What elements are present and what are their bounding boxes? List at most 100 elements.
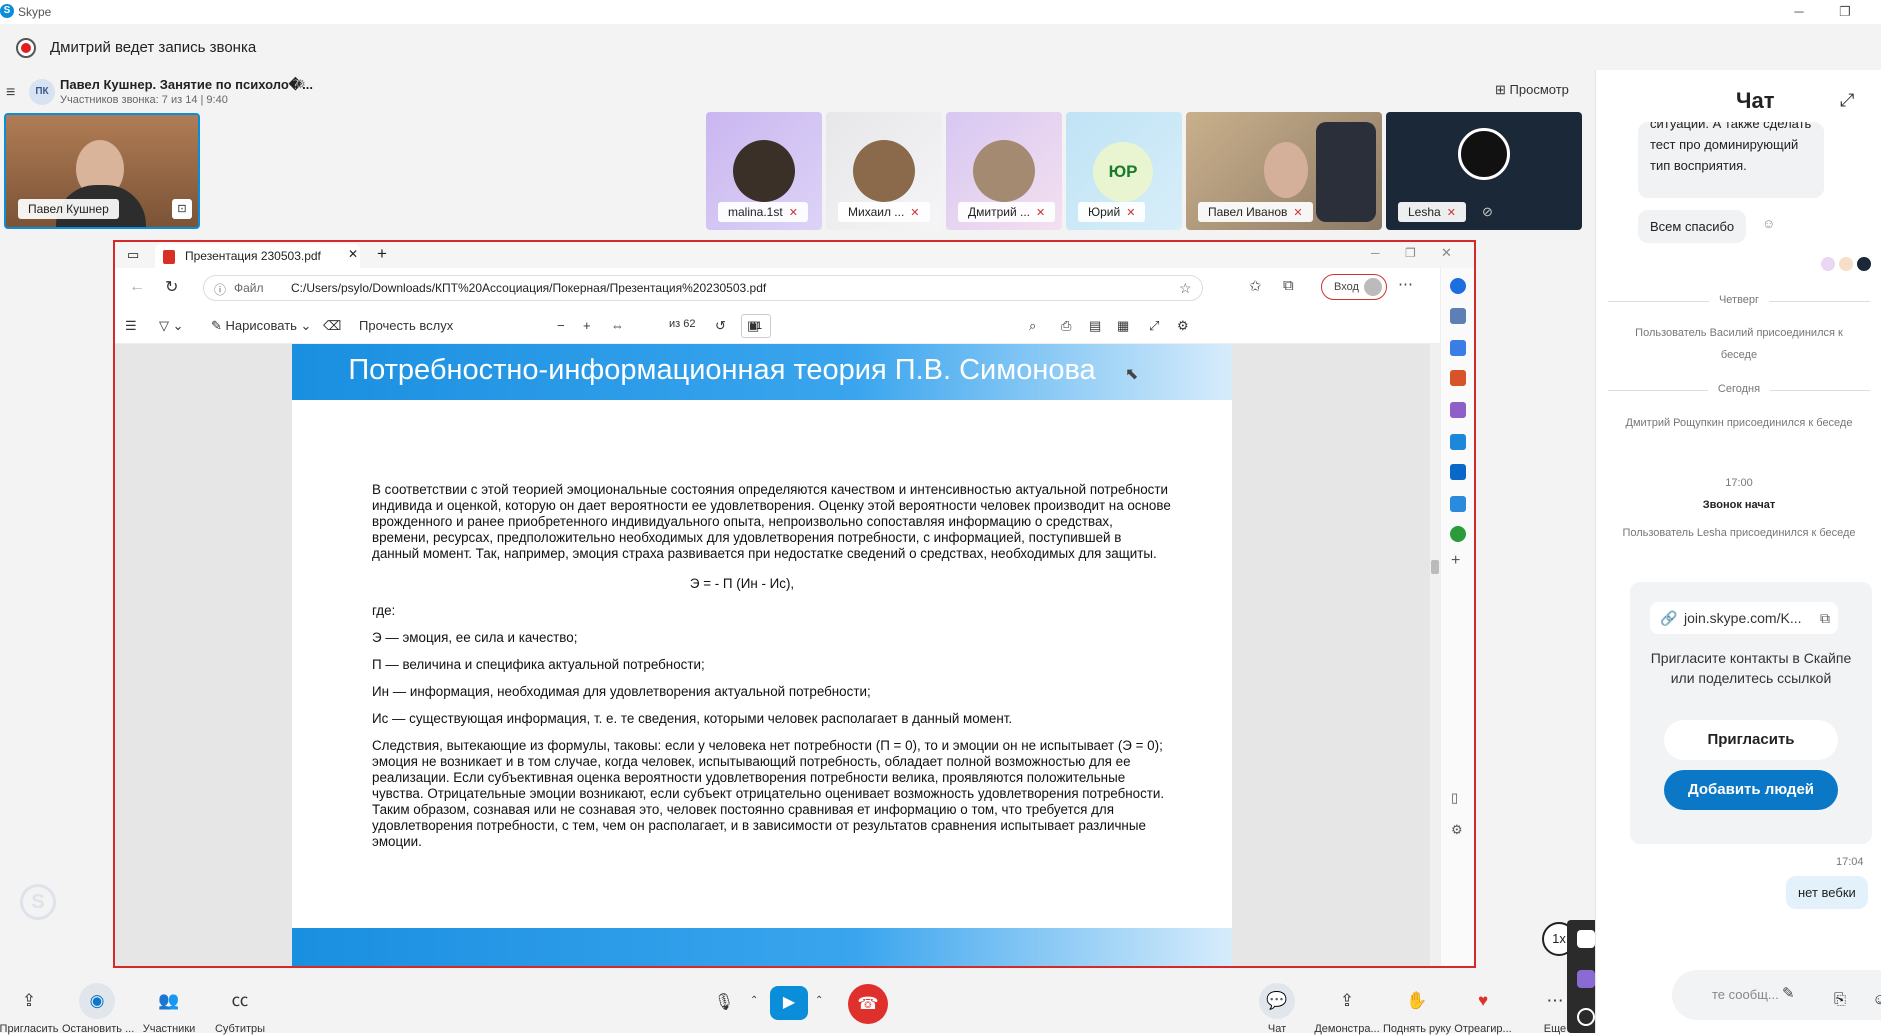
preview-button[interactable]: ⊞ Просмотр [1495,82,1569,98]
participant-tile[interactable]: Дмитрий ... ✕ [946,112,1062,230]
chat-message[interactable]: Всем спасибо [1638,210,1747,243]
drop-icon[interactable] [1450,496,1466,512]
mute-button[interactable]: 🎙 [706,985,742,1021]
camera-button[interactable]: ▶ [770,986,808,1020]
save-icon[interactable]: ▤ [1089,318,1101,334]
signin-button[interactable]: Вход [1321,274,1387,300]
call-title[interactable]: Павел Кушнер. Занятие по психоло�... [60,77,313,93]
slide-text: П — величина и специфика актуальной потр… [372,657,705,672]
fit-page-icon[interactable]: ⇔ [611,318,624,333]
participant-tile[interactable]: ЮР Юрий ✕ [1066,112,1182,230]
self-video-tile[interactable]: Павел Кушнер ⊡ [4,113,200,229]
save-as-icon[interactable]: ▦ [1117,318,1129,334]
react-button[interactable]: ♥ Отреагир... [1448,983,1518,1035]
outlook-icon[interactable] [1450,464,1466,480]
pdf-page: Потребностно-информационная теория П.В. … [292,344,1232,966]
settings-icon[interactable]: ⚙ [1451,822,1463,838]
security-icon[interactable] [1577,930,1595,948]
participant-video [1264,142,1308,198]
add-icon[interactable]: + [1451,552,1460,570]
message-time: 17:04 [1836,856,1864,868]
print-icon[interactable]: ⎙ [1061,318,1071,334]
highlight-icon[interactable]: ▽ ⌄ [159,318,184,334]
format-icon[interactable]: ✎ [1782,984,1795,1002]
browser-tab[interactable]: Презентация 230503.pdf [155,244,360,268]
chat-message-own[interactable]: нет вебки [1786,876,1868,909]
collections-icon[interactable]: ⧉ [1283,277,1294,294]
tab-actions-icon[interactable]: ▭ [127,247,139,263]
pdf-viewport[interactable]: Потребностно-информационная теория П.В. … [115,344,1430,966]
participants-button[interactable]: 👥 Участники [134,983,204,1035]
contents-icon[interactable]: ☰ [125,318,137,334]
page-view-icon[interactable]: ▣ [747,318,759,334]
eraser-icon[interactable]: ⌫ [323,318,341,334]
maximize-icon[interactable]: ❐ [1405,246,1416,260]
rotate-icon[interactable]: ↺ [715,318,726,334]
menu-icon[interactable]: ≡ [6,84,15,102]
copy-icon[interactable]: ⧉ [1820,602,1830,634]
mic-off-icon: ✕ [1293,207,1303,219]
more-icon[interactable]: ⋯ [1398,275,1413,293]
settings-icon[interactable]: ⚙ [1177,318,1189,334]
expand-icon[interactable]: ⤢ [1840,90,1854,111]
chat-button[interactable]: 💬 Чат [1242,983,1312,1035]
invite-link[interactable]: 🔗 join.skype.com/K... ⧉ [1650,602,1838,634]
add-people-button[interactable]: Добавить людей [1664,770,1838,810]
participant-name: Дмитрий ... ✕ [958,202,1056,222]
search-icon[interactable] [1450,308,1466,324]
end-call-button[interactable]: ☎ [848,984,888,1024]
stop-recording-button[interactable]: ◉ Остановить ... [62,983,134,1035]
settings-icon[interactable]: ⚙ [295,77,306,91]
zoom-out-icon[interactable]: − [557,318,565,333]
feather-icon[interactable] [1577,970,1595,988]
emoji-icon[interactable]: ☺ [1762,216,1775,231]
split-view-icon[interactable]: ▯ [1451,790,1458,806]
mic-off-icon: ✕ [1446,207,1456,219]
minimize-icon[interactable]: ─ [1371,246,1380,260]
shared-screen: ▭ Презентация 230503.pdf ✕ + ─ ❐ ✕ ← ↻ ⓘ… [113,240,1476,968]
refresh-icon[interactable]: ↻ [165,277,178,297]
back-icon[interactable]: ← [129,278,145,296]
invite-button[interactable]: ⇪ Пригласить [0,983,64,1035]
participant-tile[interactable]: Михаил ... ✕ [826,112,942,230]
attach-file-icon[interactable]: ⎘ [1822,982,1858,1018]
close-tab-icon[interactable]: ✕ [348,247,358,261]
subtitles-button[interactable]: ㏄ Субтитры [205,983,275,1035]
share-screen-button[interactable]: ⇪ Демонстра... [1312,983,1382,1035]
minimize-icon[interactable]: ─ [1784,2,1814,22]
screen-share-icon[interactable]: ⊡ [172,199,192,219]
maximize-icon[interactable]: ❐ [1830,2,1860,22]
shopping-icon[interactable] [1450,340,1466,356]
favorite-icon[interactable]: ☆ [1179,280,1192,297]
tools-icon[interactable] [1450,370,1466,386]
chevron-up-icon[interactable]: ⌃ [750,995,758,1006]
games-icon[interactable] [1450,402,1466,418]
draw-button[interactable]: ✎ Нарисовать ⌄ [211,318,311,334]
pdf-scrollbar[interactable] [1430,344,1440,966]
office-icon[interactable] [1450,434,1466,450]
call-subtitle: Участников звонка: 7 из 14 | 9:40 [60,94,228,106]
tree-icon[interactable] [1450,526,1466,542]
participant-tile[interactable]: Павел Иванов ✕ [1186,112,1382,230]
slide-header: Потребностно-информационная теория П.В. … [292,344,1232,400]
participant-tile[interactable]: Lesha ✕ ⊘ [1386,112,1582,230]
close-icon[interactable]: ✕ [1441,245,1452,261]
chat-message[interactable]: ситуации. А также сделать тест про домин… [1638,122,1824,198]
url-input[interactable]: ⓘ Файл C:/Users/psylo/Downloads/КПТ%20Ас… [203,275,1203,301]
participant-avatar [733,140,795,202]
favorites-icon[interactable]: ✩ [1249,277,1262,295]
mouse-cursor-icon: ⬉ [1125,366,1139,383]
read-aloud-button[interactable]: Прочесть вслух [359,318,453,333]
obs-icon[interactable] [1577,1008,1595,1026]
url-prefix: Файл [234,281,264,295]
raise-hand-button[interactable]: ✋ Поднять руку [1382,983,1452,1035]
new-tab-icon[interactable]: + [377,244,387,264]
invite-button[interactable]: Пригласить [1664,720,1838,760]
search-icon[interactable]: ⌕ [1029,318,1036,334]
chevron-up-icon[interactable]: ⌃ [815,995,823,1006]
fullscreen-icon[interactable]: ⤢ [1149,318,1159,334]
zoom-in-icon[interactable]: + [583,318,591,333]
participant-tile[interactable]: malina.1st ✕ [706,112,822,230]
scroll-thumb[interactable] [1431,560,1439,574]
bing-icon[interactable] [1450,278,1466,294]
